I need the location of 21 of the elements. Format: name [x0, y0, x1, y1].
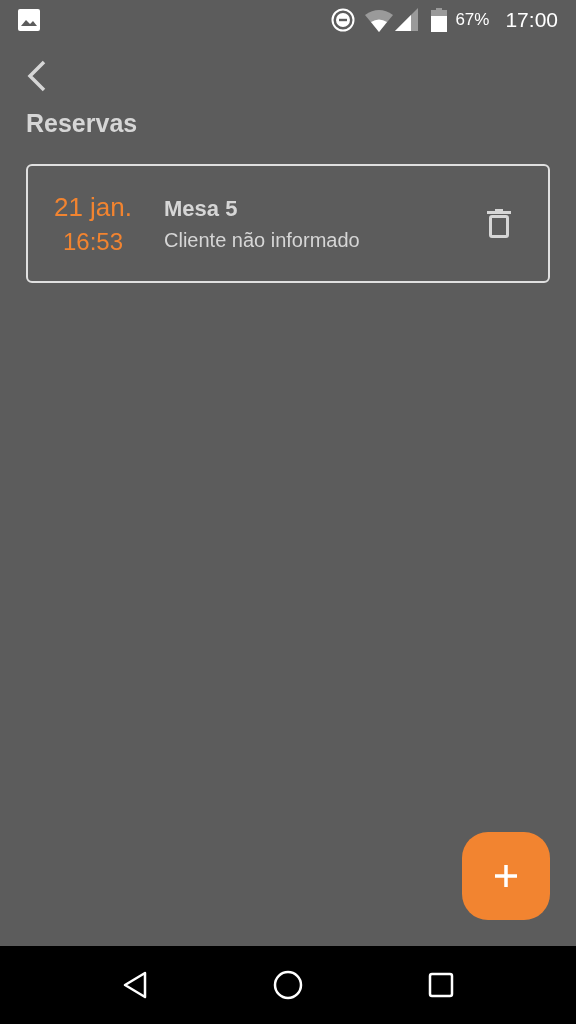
battery-icon [431, 8, 448, 32]
reservation-date: 21 jan. [53, 190, 133, 224]
table-name: Mesa 5 [164, 194, 239, 223]
battery-percentage: 67% [455, 9, 490, 32]
clock: 17:00 [505, 7, 558, 34]
trash-icon [487, 208, 511, 239]
back-icon [26, 60, 46, 92]
back-triangle-icon[interactable] [122, 971, 149, 999]
image-icon [18, 9, 40, 31]
wifi-icon [365, 8, 394, 32]
delete-button[interactable] [486, 208, 512, 239]
add-button[interactable] [462, 832, 550, 920]
page-title: Reservas [26, 108, 138, 138]
recents-icon[interactable] [427, 972, 454, 998]
reservation-card[interactable]: 21 jan. 16:53 Mesa 5 Cliente não informado [26, 164, 550, 283]
home-icon[interactable] [273, 970, 303, 1000]
plus-icon [494, 864, 518, 888]
signal-icon [395, 8, 420, 32]
client-name: Cliente não informado [164, 227, 361, 253]
reservation-time: 16:53 [62, 226, 124, 257]
do-not-disturb-icon [331, 8, 356, 32]
